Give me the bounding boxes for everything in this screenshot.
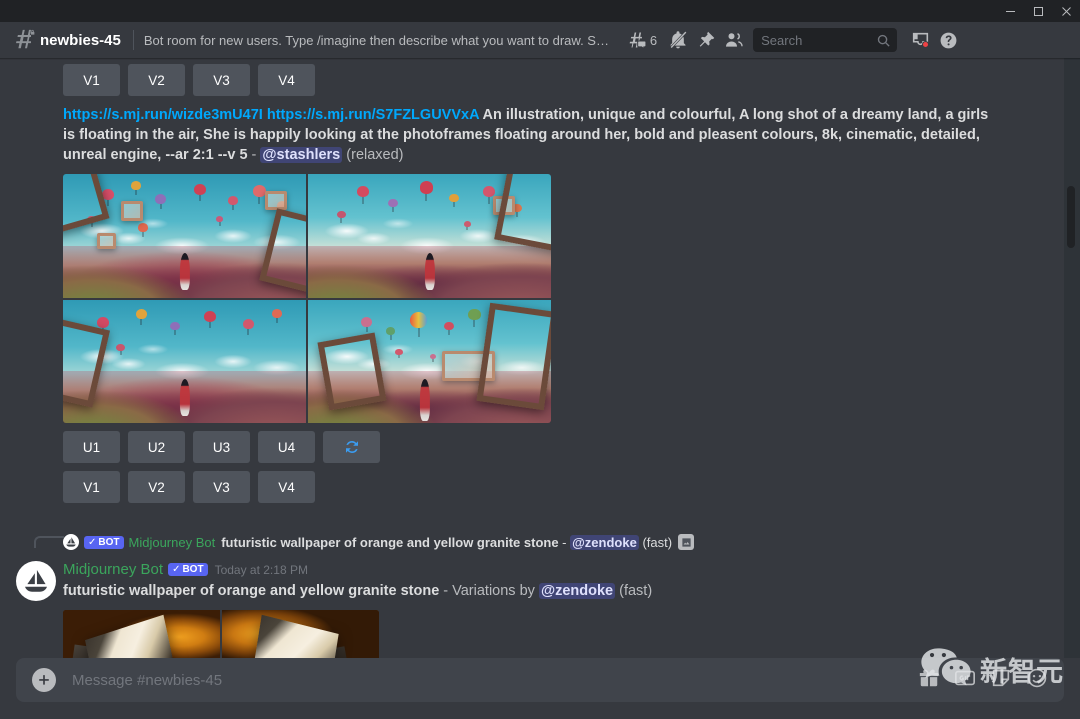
composer: Message #newbies-45 — [0, 658, 1080, 719]
message-input-placeholder[interactable]: Message #newbies-45 — [72, 672, 918, 689]
prompt-message-text: https://s.mj.run/wizde3mU47I https://s.m… — [0, 96, 1064, 165]
minimize-icon[interactable] — [996, 0, 1024, 22]
hash-lock-icon — [12, 28, 36, 52]
bot-message-header: Midjourney Bot ✓BOT Today at 2:18 PM — [0, 559, 1064, 578]
window-titlebar — [0, 0, 1080, 22]
reply-prompt: futuristic wallpaper of orange and yello… — [221, 535, 558, 550]
message-scroller[interactable]: V1 V2 V3 V4 https://s.mj.run/wizde3mU47I… — [0, 58, 1080, 658]
variation-button-v2[interactable]: V2 — [128, 64, 185, 96]
emoji-icon[interactable] — [1026, 667, 1048, 694]
threads-icon[interactable] — [624, 28, 650, 52]
pin-icon[interactable] — [693, 28, 719, 52]
generated-image-3[interactable] — [63, 300, 306, 424]
prompt-dash: - — [248, 147, 261, 163]
variation-button-v1[interactable]: V1 — [63, 64, 120, 96]
image-attachment-icon — [678, 534, 694, 550]
avatar[interactable] — [16, 561, 56, 601]
variation-button-v1-b[interactable]: V1 — [63, 471, 120, 503]
sticker-icon[interactable] — [990, 667, 1012, 694]
header-right-icons — [907, 28, 961, 52]
reroll-icon — [343, 438, 361, 456]
reply-speed: (fast) — [642, 535, 672, 550]
inbox-icon[interactable] — [907, 28, 933, 52]
gif-icon[interactable] — [954, 667, 976, 694]
bot-badge: ✓BOT — [168, 563, 208, 576]
bell-muted-icon[interactable] — [665, 28, 691, 52]
prompt-speed: (relaxed) — [346, 147, 403, 163]
bot-badge-preview: ✓BOT — [84, 536, 124, 549]
discord-window: newbies-45 Bot room for new users. Type … — [0, 0, 1080, 719]
upscale-button-u2[interactable]: U2 — [128, 431, 185, 463]
reply-body: futuristic wallpaper of orange and yello… — [221, 535, 672, 550]
message-list: V1 V2 V3 V4 https://s.mj.run/wizde3mU47I… — [0, 58, 1064, 658]
help-icon[interactable] — [935, 28, 961, 52]
bot-message-prompt: futuristic wallpaper of orange and yello… — [63, 583, 439, 599]
thread-count: 6 — [650, 33, 657, 48]
bot-label-preview: BOT — [98, 537, 119, 548]
generated-image-1[interactable] — [63, 174, 306, 298]
granite-image-2[interactable] — [222, 610, 379, 658]
members-icon[interactable] — [721, 28, 747, 52]
scrollbar-track[interactable] — [1064, 58, 1080, 658]
gift-icon[interactable] — [918, 667, 940, 694]
variation-button-v3-b[interactable]: V3 — [193, 471, 250, 503]
mj-link-2[interactable]: https://s.mj.run/S7FZLGUVVxA — [267, 107, 479, 123]
bot-message-separator: - Variations by — [439, 583, 539, 599]
bot-message-speed: (fast) — [619, 583, 652, 599]
reroll-button[interactable] — [323, 431, 380, 463]
channel-topic-text: Bot room for new users. Type /imagine th… — [144, 33, 614, 48]
bot-message-author[interactable]: Midjourney Bot — [63, 561, 163, 578]
generated-image-4[interactable] — [308, 300, 551, 424]
variation-button-row-top: V1 V2 V3 V4 — [0, 64, 1064, 96]
search-input[interactable]: Search — [753, 28, 897, 52]
bot-label: BOT — [182, 564, 203, 575]
reply-dash: - — [559, 535, 571, 550]
generated-image-2[interactable] — [308, 174, 551, 298]
scrollbar-thumb[interactable] — [1067, 186, 1075, 248]
bot-check: ✓ — [172, 564, 180, 575]
upscale-button-u4[interactable]: U4 — [258, 431, 315, 463]
granite-image-1[interactable] — [63, 610, 220, 658]
header-divider — [133, 30, 134, 50]
sailboat-icon — [63, 534, 79, 550]
prompt-mention[interactable]: @stashlers — [260, 147, 342, 163]
upscale-button-u3[interactable]: U3 — [193, 431, 250, 463]
search-placeholder: Search — [761, 33, 876, 48]
reply-mention[interactable]: @zendoke — [570, 535, 639, 550]
variation-button-v2-b[interactable]: V2 — [128, 471, 185, 503]
generated-image-grid[interactable] — [63, 174, 551, 423]
header-icon-group: 6 — [624, 28, 747, 52]
bot-message-text: futuristic wallpaper of orange and yello… — [0, 578, 1064, 601]
reply-connector-line — [34, 536, 64, 548]
bot-message-mention[interactable]: @zendoke — [539, 583, 615, 599]
channel-header: newbies-45 Bot room for new users. Type … — [0, 22, 1080, 58]
reply-preview[interactable]: ✓BOT Midjourney Bot futuristic wallpaper… — [0, 529, 1064, 551]
channel-topic: Bot room for new users. Type /imagine th… — [144, 33, 614, 48]
bot-check-preview: ✓ — [88, 537, 96, 548]
upscale-button-row: U1 U2 U3 U4 — [0, 431, 1064, 463]
maximize-icon[interactable] — [1024, 0, 1052, 22]
variation-button-row: V1 V2 V3 V4 — [0, 471, 1064, 503]
message-input-bar[interactable]: Message #newbies-45 — [16, 658, 1064, 702]
composer-icons — [918, 667, 1048, 694]
search-icon — [876, 33, 891, 48]
variation-button-v4-b[interactable]: V4 — [258, 471, 315, 503]
message-timestamp: Today at 2:18 PM — [215, 563, 308, 577]
mj-link-1[interactable]: https://s.mj.run/wizde3mU47I — [63, 107, 263, 123]
variation-button-v3[interactable]: V3 — [193, 64, 250, 96]
variation-button-v4[interactable]: V4 — [258, 64, 315, 96]
upscale-button-u1[interactable]: U1 — [63, 431, 120, 463]
plus-icon[interactable] — [32, 668, 56, 692]
granite-image-grid[interactable] — [63, 610, 379, 658]
close-icon[interactable] — [1052, 0, 1080, 22]
reply-author[interactable]: Midjourney Bot — [129, 535, 216, 550]
channel-name[interactable]: newbies-45 — [40, 32, 121, 49]
